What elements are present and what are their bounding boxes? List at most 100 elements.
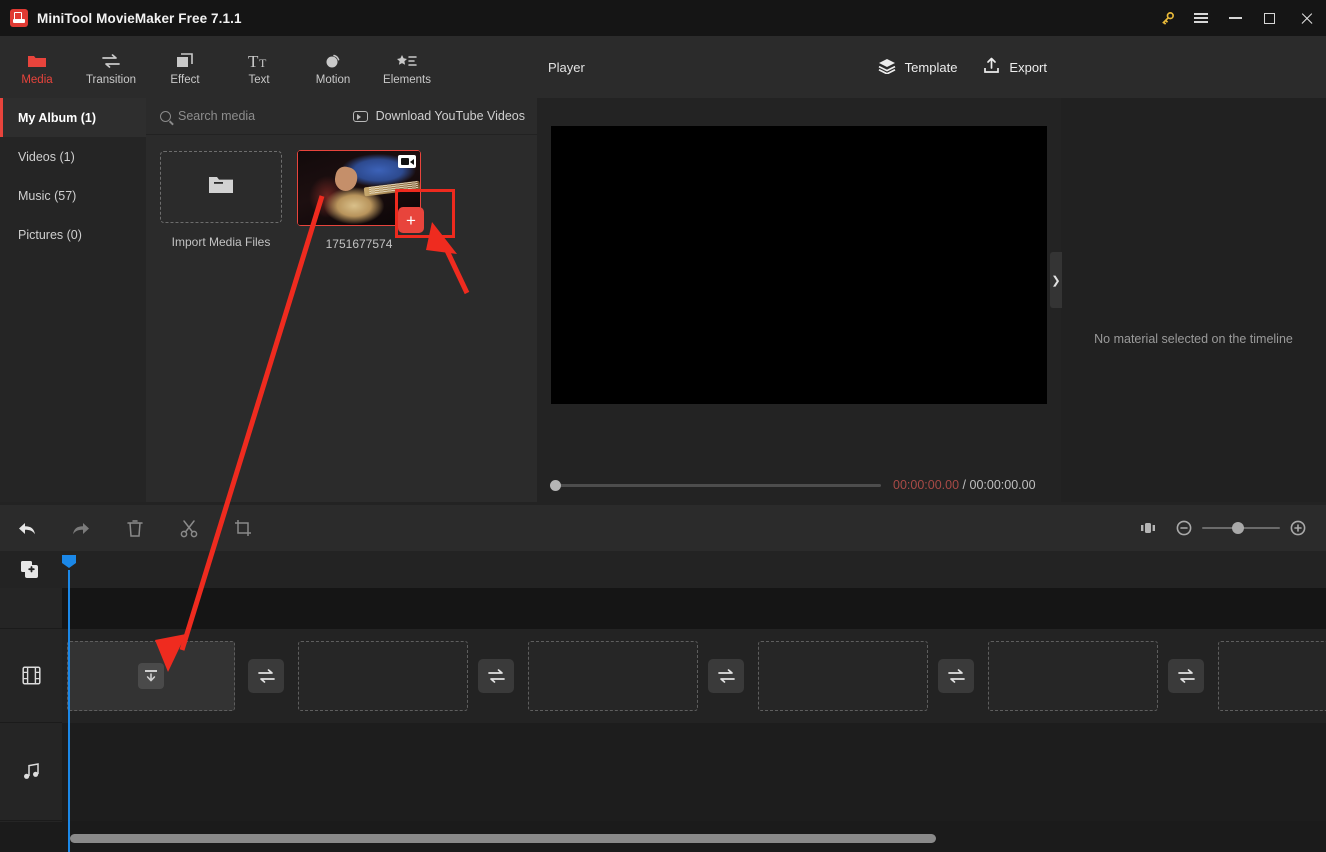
player-header-actions: Template Export [878,57,1047,77]
sidebar-item-my-album[interactable]: My Album (1) [0,98,146,137]
timeline-clip-placeholder[interactable] [298,641,468,711]
import-media-label: Import Media Files [171,235,271,249]
timeline-row-top[interactable] [62,588,1326,629]
tab-label: Text [248,73,270,86]
key-icon[interactable] [1150,0,1184,36]
timeline-clip-placeholder[interactable] [528,641,698,711]
folder-open-icon [208,174,234,200]
media-grid: Import Media Files + 1751677574 [146,135,537,251]
tab-transition[interactable]: Transition [74,36,148,98]
time-separator: / [962,478,967,492]
time-display: 00:00:00.00 / 00:00:00.00 [893,478,1036,492]
timeline-zoom-group [1130,505,1316,551]
media-item-name: 1751677574 [325,237,393,251]
undo-button[interactable] [0,505,54,551]
transition-slot-icon[interactable] [478,659,514,693]
tab-label: Transition [85,73,137,86]
timeline-ruler-row [0,551,1326,588]
timeline-video-track[interactable] [62,629,1326,723]
template-label: Template [904,59,958,75]
close-icon[interactable] [1286,0,1326,36]
media-thumbnail[interactable]: + [297,150,424,233]
maximize-icon[interactable] [1252,0,1286,36]
crop-button[interactable] [216,505,270,551]
transition-slot-icon[interactable] [1168,659,1204,693]
timeline-clip-placeholder[interactable] [758,641,928,711]
tab-motion[interactable]: Motion [296,36,370,98]
timeline-clip-placeholder[interactable] [67,641,235,711]
sidebar-item-pictures[interactable]: Pictures (0) [0,215,146,254]
transition-icon [101,49,121,69]
timeline-zoom-slider[interactable] [1202,521,1280,534]
hamburger-menu-icon[interactable] [1184,0,1218,36]
rail-spacer [0,588,62,629]
sidebar-item-label: Videos (1) [18,149,75,164]
download-youtube-button[interactable]: Download YouTube Videos [352,109,525,123]
transition-slot-icon[interactable] [938,659,974,693]
transition-slot-icon[interactable] [248,659,284,693]
export-label: Export [1009,59,1047,75]
search-icon [160,110,171,122]
plus-icon[interactable]: + [398,207,424,233]
template-button[interactable]: Template [878,58,958,77]
delete-button[interactable] [108,505,162,551]
split-button[interactable] [162,505,216,551]
sidebar-item-music[interactable]: Music (57) [0,176,146,215]
window-controls [1150,0,1326,36]
seek-handle[interactable] [550,479,561,491]
import-media-button[interactable] [160,151,282,223]
effect-icon [175,49,195,69]
export-upload-icon [983,57,1000,77]
redo-button[interactable] [54,505,108,551]
tab-media[interactable]: Media [0,36,74,98]
seek-slider[interactable] [550,479,881,491]
folder-icon [27,49,47,69]
search-input[interactable] [178,109,298,123]
tab-label: Effect [170,73,200,86]
export-button[interactable]: Export [983,57,1047,77]
media-category-sidebar: My Album (1) Videos (1) Music (57) Pictu… [0,98,146,502]
download-youtube-label: Download YouTube Videos [375,109,525,123]
add-track-icon[interactable] [20,560,39,584]
add-to-timeline-label: + [406,210,416,230]
property-empty-message: No material selected on the timeline [1094,332,1293,346]
timeline-clip-placeholder[interactable] [988,641,1158,711]
timeline [0,551,1326,852]
player-panel: Player Template Export 00:00:00.00 / 00:… [537,36,1061,530]
current-time: 00:00:00.00 [893,478,960,492]
total-time: 00:00:00.00 [969,478,1036,492]
media-item-cell[interactable]: + 1751677574 [297,150,424,251]
tab-label: Elements [383,73,431,86]
music-note-icon[interactable] [0,723,62,821]
sidebar-item-label: Pictures (0) [18,227,82,242]
elements-icon [396,49,418,69]
tab-label: Motion [315,73,351,86]
svg-text:T: T [259,56,267,69]
tab-elements[interactable]: Elements [370,36,444,98]
timeline-audio-track[interactable] [62,723,1326,821]
timeline-horizontal-scrollbar[interactable] [70,834,936,843]
chevron-right-icon[interactable]: ❯ [1050,252,1062,308]
minimize-icon[interactable] [1218,0,1252,36]
import-media-cell[interactable]: Import Media Files [160,151,282,251]
property-panel: ❯ No material selected on the timeline [1050,36,1326,502]
timeline-clip-placeholder[interactable] [1218,641,1326,711]
media-library-panel: Download YouTube Videos Import Media Fil… [146,98,537,502]
layers-icon [878,58,896,77]
zoom-out-icon[interactable] [1166,505,1202,551]
film-strip-icon[interactable] [0,629,62,723]
transition-slot-icon[interactable] [708,659,744,693]
timeline-zoom-handle[interactable] [1232,521,1244,534]
zoom-in-icon[interactable] [1280,505,1316,551]
tab-text[interactable]: TT Text [222,36,296,98]
timeline-playhead[interactable] [68,570,70,852]
window-title: MiniTool MovieMaker Free 7.1.1 [37,10,242,26]
motion-icon [323,49,343,69]
video-badge-icon [398,155,416,168]
video-preview[interactable] [551,126,1047,404]
sidebar-item-videos[interactable]: Videos (1) [0,137,146,176]
fit-timeline-icon[interactable] [1130,505,1166,551]
search-box[interactable] [160,109,298,123]
svg-text:T: T [248,52,259,69]
tab-effect[interactable]: Effect [148,36,222,98]
